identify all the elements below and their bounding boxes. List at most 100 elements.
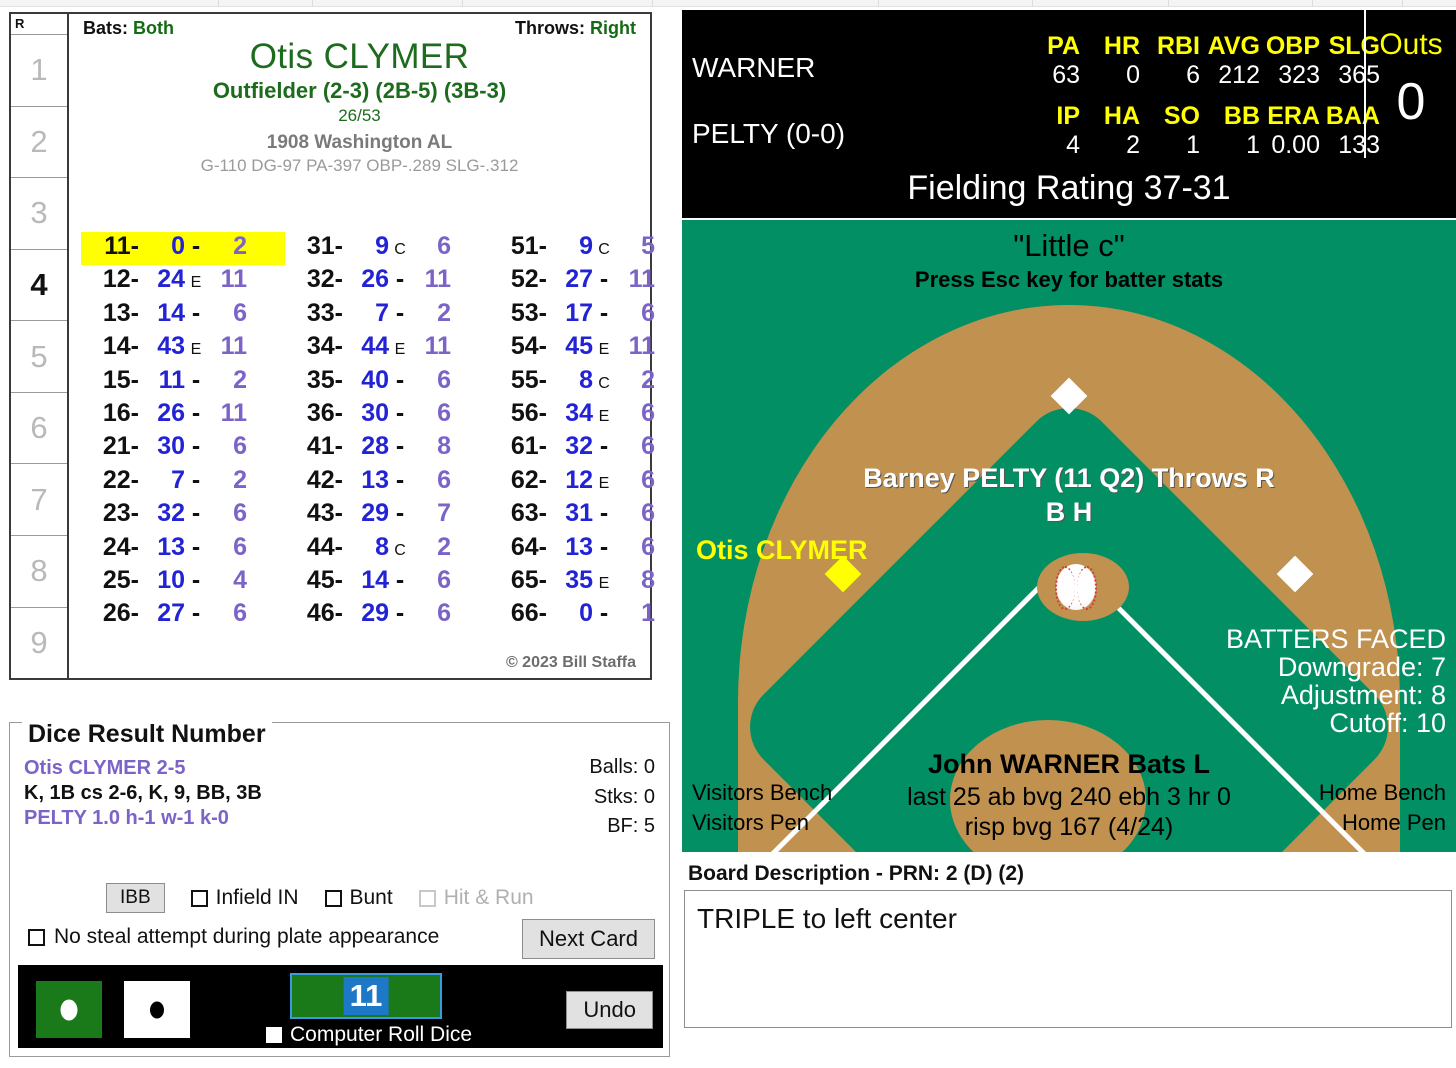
dice-result-primary: 7 bbox=[375, 298, 389, 327]
dice-result-secondary: 2 bbox=[437, 532, 451, 561]
dice-result-marker: - bbox=[191, 599, 201, 628]
fielding-rating-bar: Fielding Rating 37-31 bbox=[682, 158, 1456, 218]
dice-result-batter-line: Otis CLYMER 2-5 bbox=[24, 757, 186, 779]
dice-roll-key: 14- bbox=[102, 332, 139, 361]
dice-result-secondary: 11 bbox=[424, 265, 451, 294]
dice-result-primary: 8 bbox=[375, 532, 389, 561]
dice-grid-row: 54- 45 E 11 bbox=[489, 332, 693, 365]
dice-result-marker: - bbox=[191, 398, 201, 427]
dice-roll-key: 61- bbox=[510, 432, 547, 461]
inning-2[interactable]: 2 bbox=[11, 105, 67, 178]
dice-result-marker: - bbox=[191, 232, 201, 260]
dice-result-marker: C bbox=[394, 541, 406, 559]
next-card-button[interactable]: Next Card bbox=[521, 919, 655, 959]
balls-count: Balls: 0 bbox=[589, 756, 655, 778]
dice-result-secondary: 6 bbox=[641, 532, 655, 561]
inning-9[interactable]: 9 bbox=[11, 606, 67, 679]
inning-7[interactable]: 7 bbox=[11, 463, 67, 535]
dice-roll-key: 13- bbox=[102, 298, 139, 327]
inning-3[interactable]: 3 bbox=[11, 177, 67, 249]
player-card-body: Bats: Both Throws: Right Otis CLYMER Out… bbox=[69, 14, 655, 678]
dice-roll-key: 36- bbox=[306, 398, 343, 427]
no-steal-checkbox[interactable]: No steal attempt during plate appearance bbox=[28, 925, 439, 949]
outs-label: Outs bbox=[1379, 28, 1443, 61]
home-bench-link[interactable]: Home Bench bbox=[1319, 780, 1446, 806]
dice-result-marker: - bbox=[599, 499, 609, 528]
infield-in-checkbox[interactable]: Infield IN bbox=[190, 886, 299, 910]
dice-grid-column-2: 31- 9 C 6 32- 26-11 33- 7-2 34- 44 E 11 35- 40-6 36- 30… bbox=[285, 232, 489, 633]
dice-result-marker: E bbox=[190, 274, 202, 292]
dice-grid-row: 64- 13- 6 bbox=[489, 533, 693, 566]
dice-result-secondary: 6 bbox=[437, 365, 451, 394]
checkbox-box[interactable] bbox=[324, 889, 342, 907]
dice-result-secondary: 6 bbox=[437, 232, 451, 260]
bunt-checkbox[interactable]: Bunt bbox=[324, 886, 393, 910]
die-white[interactable] bbox=[124, 981, 190, 1038]
dice-roll-key: 46- bbox=[306, 599, 343, 628]
scoreboard-pitcher-name: PELTY (0-0) bbox=[692, 118, 846, 149]
checkbox-box[interactable] bbox=[266, 1027, 282, 1043]
dice-result-marker: C bbox=[598, 241, 610, 258]
inning-5[interactable]: 5 bbox=[11, 320, 67, 392]
dice-roll-key: 24- bbox=[102, 532, 139, 561]
dice-result-secondary: 2 bbox=[437, 298, 451, 327]
dice-result-primary: 32 bbox=[157, 499, 185, 528]
die-green[interactable] bbox=[36, 981, 102, 1038]
dice-result-secondary: 11 bbox=[220, 265, 247, 294]
dice-result-secondary: 5 bbox=[641, 232, 655, 260]
top-toolbar-strip bbox=[0, 0, 1456, 7]
dice-result-marker: E bbox=[598, 407, 610, 425]
dice-result-marker: - bbox=[191, 365, 201, 394]
visitors-pen-link[interactable]: Visitors Pen bbox=[692, 810, 809, 836]
computer-roll-dice-checkbox[interactable]: Computer Roll Dice bbox=[266, 1023, 472, 1047]
dice-result-marker: - bbox=[395, 365, 405, 394]
runner-on-third-label[interactable]: Otis CLYMER bbox=[696, 535, 868, 566]
checkbox-box[interactable] bbox=[190, 889, 208, 907]
baseball-field[interactable]: "Little c" Press Esc key for batter stat… bbox=[682, 220, 1456, 852]
dice-roll-key: 66- bbox=[510, 599, 547, 628]
little-c-label: "Little c" bbox=[1013, 228, 1125, 263]
dice-grid-row: 34- 44 E 11 bbox=[285, 332, 489, 365]
dice-grid-row: 63- 31- 6 bbox=[489, 499, 693, 532]
dice-result-primary: 9 bbox=[579, 232, 593, 260]
dice-grid-row: 14- 43 E 11 bbox=[81, 332, 285, 365]
no-steal-label: No steal attempt during plate appearance bbox=[54, 925, 440, 948]
dice-roll-key: 55- bbox=[510, 365, 547, 394]
player-card: R 1 2 3 4 5 6 7 8 9 Bats: Both Throws: R… bbox=[9, 12, 655, 680]
stat-value: 6 bbox=[1186, 61, 1200, 89]
dice-grid-row: 46- 29- 6 bbox=[285, 599, 489, 632]
dice-result-marker: - bbox=[395, 499, 405, 528]
stat-header: PA bbox=[1047, 32, 1080, 60]
dice-roll-key: 12- bbox=[102, 265, 139, 294]
dice-roll-key: 31- bbox=[306, 232, 343, 260]
checkbox-box[interactable] bbox=[28, 928, 45, 946]
scoreboard: WARNER PELTY (0-0) PA HR RBI AVG OBP SLG… bbox=[682, 10, 1456, 159]
dice-result-marker: E bbox=[598, 341, 610, 359]
dice-result-secondary: 6 bbox=[233, 532, 247, 561]
dice-result-primary: 27 bbox=[565, 265, 593, 294]
dice-grid-row: 66- 0- 1 bbox=[489, 599, 693, 632]
dice-result-secondary: 6 bbox=[641, 465, 655, 494]
inning-6[interactable]: 6 bbox=[11, 391, 67, 464]
dice-result-secondary: 6 bbox=[437, 565, 451, 594]
dice-grid-row: 52- 27-11 bbox=[489, 265, 693, 298]
visitors-bench-link[interactable]: Visitors Bench bbox=[692, 780, 832, 806]
dice-result-marker: - bbox=[599, 298, 609, 327]
roll-result-box[interactable]: 11 bbox=[290, 973, 442, 1019]
dice-result-secondary: 11 bbox=[220, 398, 247, 427]
dice-result-marker: - bbox=[599, 599, 609, 628]
dice-roll-key: 62- bbox=[510, 465, 547, 494]
inning-1[interactable]: 1 bbox=[11, 34, 67, 106]
strikes-count: Stks: 0 bbox=[593, 785, 655, 808]
ibb-button[interactable]: IBB bbox=[106, 883, 165, 913]
board-description-box[interactable]: TRIPLE to left center bbox=[684, 890, 1452, 1028]
inning-8[interactable]: 8 bbox=[11, 534, 67, 607]
dice-grid-row: 24- 13- 6 bbox=[81, 533, 285, 566]
dice-roll-key: 65- bbox=[510, 565, 547, 594]
undo-button[interactable]: Undo bbox=[566, 991, 653, 1029]
dice-tray: 11 Computer Roll Dice Undo bbox=[18, 965, 663, 1048]
home-pen-link[interactable]: Home Pen bbox=[1342, 810, 1446, 836]
dice-result-lines: Otis CLYMER 2-5 K, 1B cs 2-6, K, 9, BB, … bbox=[24, 757, 262, 830]
inning-4[interactable]: 4 bbox=[11, 248, 67, 321]
downgrade-value: Downgrade: 7 bbox=[1277, 652, 1446, 683]
